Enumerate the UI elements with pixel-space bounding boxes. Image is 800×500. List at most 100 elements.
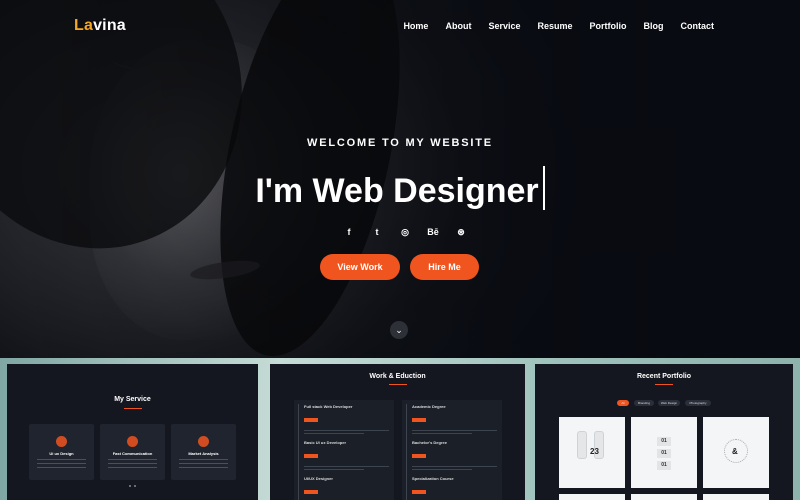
nav-blog[interactable]: Blog xyxy=(644,21,664,31)
top-nav: Lavina Home About Service Resume Portfol… xyxy=(0,0,800,52)
title-underline xyxy=(388,384,407,385)
site-logo[interactable]: Lavina xyxy=(74,17,126,35)
text-line xyxy=(108,467,157,468)
text-line xyxy=(412,433,472,434)
hire-me-button[interactable]: Hire Me xyxy=(410,254,479,280)
text-line xyxy=(108,463,157,464)
carousel-dot[interactable] xyxy=(129,485,131,487)
timeline-item: Full stack Web Developer xyxy=(304,404,389,434)
timeline-item-title: Basic UI ux Developer xyxy=(304,440,347,445)
timeline-item-title: Academic Degree xyxy=(412,404,446,409)
portfolio-thumb[interactable] xyxy=(631,494,697,500)
text-line xyxy=(179,467,228,468)
service-card: Market Analysis xyxy=(171,424,236,480)
view-work-button[interactable]: View Work xyxy=(320,254,400,280)
text-line xyxy=(179,459,228,460)
design-icon xyxy=(56,436,67,447)
filter-web-design[interactable]: Web Design xyxy=(658,400,680,406)
portfolio-thumb[interactable]: 23 xyxy=(559,417,625,488)
date-tag xyxy=(412,490,426,494)
thumb-number: 01 xyxy=(657,461,671,470)
timeline-item: Academic Degree xyxy=(412,404,497,434)
portfolio-thumb[interactable] xyxy=(703,494,769,500)
text-line xyxy=(37,463,86,464)
filter-branding[interactable]: Branding xyxy=(634,400,654,406)
resume-preview-title: Work & Eduction xyxy=(369,373,426,380)
text-line xyxy=(108,459,157,460)
date-tag xyxy=(412,454,426,458)
twitter-icon[interactable]: t xyxy=(369,226,385,238)
timeline-item: Bachelor's Degree xyxy=(412,440,497,470)
timeline-line xyxy=(406,404,407,500)
timeline-item-title: UI/UX Designer xyxy=(304,476,333,481)
social-links: f t ◎ Bē ⊛ xyxy=(341,226,469,238)
analytics-icon xyxy=(198,436,209,447)
filter-photography[interactable]: Photography xyxy=(685,400,711,406)
timeline-line xyxy=(298,404,299,500)
date-tag xyxy=(304,418,318,422)
share-icon xyxy=(127,436,138,447)
timeline-item: Basic UI ux Developer xyxy=(304,440,389,470)
portfolio-preview-title: Recent Portfolio xyxy=(636,373,692,380)
nav-about[interactable]: About xyxy=(445,21,471,31)
timeline-item-title: Bachelor's Degree xyxy=(412,440,447,445)
text-line xyxy=(37,467,86,468)
dribbble-icon[interactable]: ⊛ xyxy=(453,226,469,238)
title-underline xyxy=(123,408,142,409)
date-tag xyxy=(304,490,318,494)
portfolio-thumb[interactable]: & xyxy=(703,417,769,488)
hero-headline-text: I'm Web Designer xyxy=(255,172,539,210)
nav-menu: Home About Service Resume Portfolio Blog… xyxy=(403,21,714,31)
service-card: Ui ux Design xyxy=(29,424,94,480)
service-card-title: Ui ux Design xyxy=(49,451,74,456)
service-card: Fast Communication xyxy=(100,424,165,480)
bottle-image xyxy=(577,431,587,459)
text-line xyxy=(304,430,389,431)
resume-preview-card: Work & Eduction Full stack Web Developer… xyxy=(270,364,525,500)
timeline-item-title: Full stack Web Developer xyxy=(304,404,353,409)
hero-section: Lavina Home About Service Resume Portfol… xyxy=(0,0,800,358)
text-line xyxy=(304,469,364,470)
work-timeline: Full stack Web Developer Basic UI ux Dev… xyxy=(294,400,394,500)
portfolio-preview-card: Recent Portfolio All Branding Web Design… xyxy=(535,364,793,500)
text-line xyxy=(412,469,472,470)
typing-caret xyxy=(542,166,545,210)
portfolio-thumb[interactable] xyxy=(559,494,625,500)
portfolio-thumb[interactable]: 01 01 01 xyxy=(631,417,697,488)
date-tag xyxy=(412,418,426,422)
carousel-dots[interactable] xyxy=(129,485,136,487)
date-tag xyxy=(304,454,318,458)
nav-contact[interactable]: Contact xyxy=(681,21,715,31)
nav-portfolio[interactable]: Portfolio xyxy=(590,21,627,31)
hero-eyebrow: WELCOME TO MY WEBSITE xyxy=(307,137,493,149)
text-line xyxy=(304,466,389,467)
service-card-title: Fast Communication xyxy=(112,451,153,456)
nav-home[interactable]: Home xyxy=(403,21,428,31)
service-card-title: Market Analysis xyxy=(188,451,219,456)
thumb-symbol: & xyxy=(732,447,738,456)
filter-all[interactable]: All xyxy=(617,400,629,406)
instagram-icon[interactable]: ◎ xyxy=(397,226,413,238)
education-timeline: Academic Degree Bachelor's Degree Specia… xyxy=(402,400,502,500)
logo-rest: vina xyxy=(93,17,126,34)
text-line xyxy=(412,430,497,431)
hero-headline: I'm Web Designer xyxy=(0,166,800,211)
logo-accent: La xyxy=(74,17,94,34)
thumb-number: 23 xyxy=(590,447,599,456)
behance-icon[interactable]: Bē xyxy=(425,226,441,238)
text-line xyxy=(179,463,228,464)
text-line xyxy=(304,433,364,434)
timeline-item: UI/UX Designer xyxy=(304,476,389,500)
text-line xyxy=(37,459,86,460)
nav-resume[interactable]: Resume xyxy=(537,21,572,31)
carousel-dot[interactable] xyxy=(134,485,136,487)
chevron-down-icon[interactable]: ⌄ xyxy=(390,321,408,339)
service-preview-title: My Service xyxy=(114,396,151,403)
facebook-icon[interactable]: f xyxy=(341,226,357,238)
timeline-item: Specialization Course xyxy=(412,476,497,500)
thumb-number: 01 xyxy=(657,437,671,446)
service-preview-card: My Service Ui ux Design Fast Communicati… xyxy=(7,364,258,500)
timeline-item-title: Specialization Course xyxy=(412,476,454,481)
nav-service[interactable]: Service xyxy=(488,21,520,31)
thumb-number: 01 xyxy=(657,449,671,458)
